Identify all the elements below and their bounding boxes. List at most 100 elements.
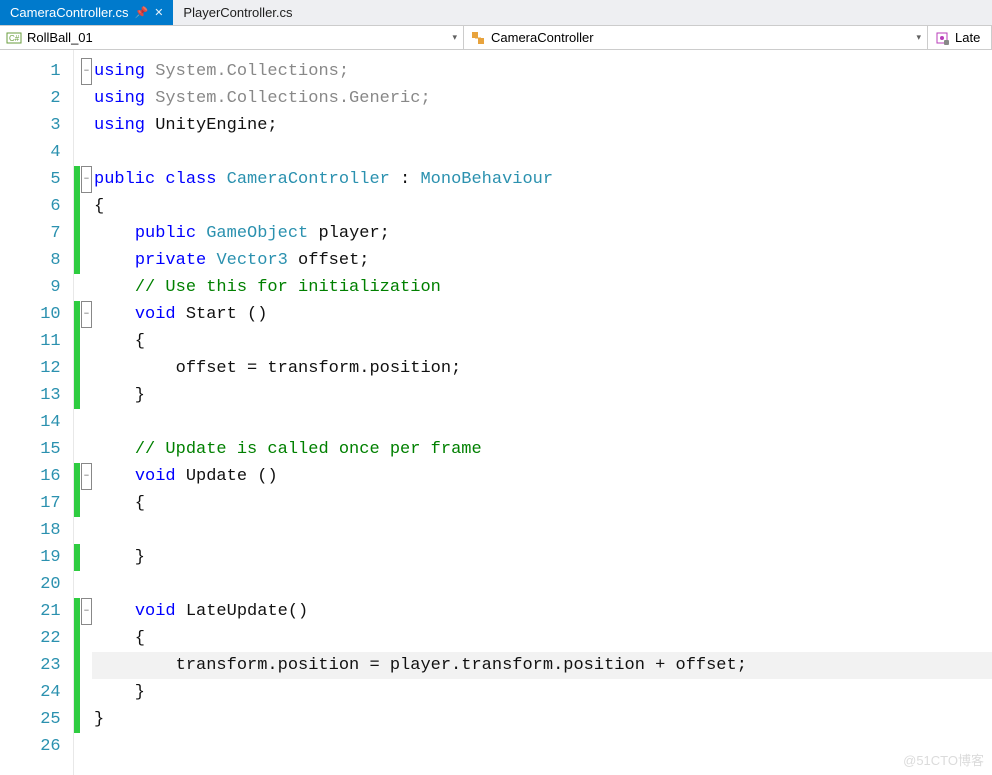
change-marker <box>74 598 80 625</box>
line-number: 8 <box>0 247 61 274</box>
fold-toggle-icon[interactable]: − <box>81 463 92 490</box>
fold-cell: − <box>81 463 92 490</box>
line-number: 21 <box>0 598 61 625</box>
change-marker <box>74 382 80 409</box>
chevron-down-icon: ▾ <box>916 32 921 43</box>
watermark: @51CTO博客 <box>903 750 984 769</box>
close-icon[interactable]: ✕ <box>154 6 163 19</box>
code-line[interactable] <box>94 409 992 436</box>
fold-cell: − <box>81 58 92 85</box>
fold-toggle-icon[interactable]: − <box>81 166 92 193</box>
line-number: 7 <box>0 220 61 247</box>
fold-cell <box>81 382 92 409</box>
code-line[interactable]: using System.Collections; <box>94 58 992 85</box>
line-number: 22 <box>0 625 61 652</box>
code-line[interactable] <box>94 139 992 166</box>
code-line[interactable]: } <box>94 679 992 706</box>
fold-cell <box>81 85 92 112</box>
line-number-gutter: 1234567891011121314151617181920212223242… <box>0 50 74 775</box>
method-name: Late <box>955 30 980 45</box>
code-line[interactable]: } <box>94 706 992 733</box>
code-editor[interactable]: 1234567891011121314151617181920212223242… <box>0 50 992 775</box>
fold-toggle-icon[interactable]: − <box>81 58 92 85</box>
line-number: 3 <box>0 112 61 139</box>
code-line[interactable]: { <box>94 328 992 355</box>
change-marker <box>74 436 80 463</box>
change-marker <box>74 517 80 544</box>
code-area[interactable]: using System.Collections;using System.Co… <box>92 50 992 775</box>
fold-cell: − <box>81 166 92 193</box>
tab-camera-controller[interactable]: CameraController.cs 📌 ✕ <box>0 0 173 25</box>
fold-cell <box>81 571 92 598</box>
class-icon <box>470 30 486 46</box>
change-marker <box>74 409 80 436</box>
code-line[interactable]: offset = transform.position; <box>94 355 992 382</box>
fold-cell <box>81 193 92 220</box>
csharp-project-icon: C# <box>6 30 22 46</box>
line-number: 15 <box>0 436 61 463</box>
change-marker <box>74 112 80 139</box>
line-number: 23 <box>0 652 61 679</box>
line-number: 10 <box>0 301 61 328</box>
class-dropdown[interactable]: CameraController ▾ <box>464 26 928 49</box>
fold-cell <box>81 247 92 274</box>
fold-cell <box>81 625 92 652</box>
fold-toggle-icon[interactable]: − <box>81 598 92 625</box>
change-marker <box>74 220 80 247</box>
class-name: CameraController <box>491 30 594 45</box>
tab-player-controller[interactable]: PlayerController.cs <box>173 0 302 25</box>
code-line[interactable]: // Use this for initialization <box>94 274 992 301</box>
fold-cell <box>81 355 92 382</box>
fold-cell <box>81 544 92 571</box>
code-line[interactable]: void Start () <box>94 301 992 328</box>
fold-cell <box>81 733 92 760</box>
fold-cell <box>81 409 92 436</box>
pin-icon[interactable]: 📌 <box>135 6 149 19</box>
method-icon <box>934 30 950 46</box>
code-line[interactable]: } <box>94 382 992 409</box>
code-line[interactable]: { <box>94 193 992 220</box>
line-number: 25 <box>0 706 61 733</box>
line-number: 20 <box>0 571 61 598</box>
code-line[interactable]: public GameObject player; <box>94 220 992 247</box>
code-line[interactable]: } <box>94 544 992 571</box>
change-marker <box>74 85 80 112</box>
code-line[interactable]: transform.position = player.transform.po… <box>92 652 992 679</box>
fold-cell: − <box>81 598 92 625</box>
code-line[interactable]: // Update is called once per frame <box>94 436 992 463</box>
project-dropdown[interactable]: C# RollBall_01 ▾ <box>0 26 464 49</box>
line-number: 11 <box>0 328 61 355</box>
change-marker <box>74 139 80 166</box>
change-marker <box>74 706 80 733</box>
method-dropdown[interactable]: Late <box>928 26 992 49</box>
fold-cell <box>81 706 92 733</box>
fold-cell <box>81 220 92 247</box>
code-line[interactable]: using UnityEngine; <box>94 112 992 139</box>
code-line[interactable]: void Update () <box>94 463 992 490</box>
code-line[interactable]: { <box>94 490 992 517</box>
line-number: 1 <box>0 58 61 85</box>
change-marker <box>74 463 80 490</box>
code-line[interactable] <box>94 733 992 760</box>
fold-cell: − <box>81 301 92 328</box>
code-line[interactable]: private Vector3 offset; <box>94 247 992 274</box>
change-marker <box>74 193 80 220</box>
fold-cell <box>81 490 92 517</box>
code-line[interactable] <box>94 517 992 544</box>
change-marker <box>74 571 80 598</box>
fold-cell <box>81 652 92 679</box>
line-number: 18 <box>0 517 61 544</box>
fold-cell <box>81 436 92 463</box>
change-marker <box>74 58 80 85</box>
change-marker <box>74 328 80 355</box>
fold-cell <box>81 328 92 355</box>
code-line[interactable]: { <box>94 625 992 652</box>
code-line[interactable]: void LateUpdate() <box>94 598 992 625</box>
fold-toggle-icon[interactable]: − <box>81 301 92 328</box>
svg-text:C#: C# <box>9 34 20 43</box>
code-line[interactable]: using System.Collections.Generic; <box>94 85 992 112</box>
code-line[interactable]: public class CameraController : MonoBeha… <box>94 166 992 193</box>
tab-label: CameraController.cs <box>10 5 129 20</box>
fold-cell <box>81 112 92 139</box>
code-line[interactable] <box>94 571 992 598</box>
